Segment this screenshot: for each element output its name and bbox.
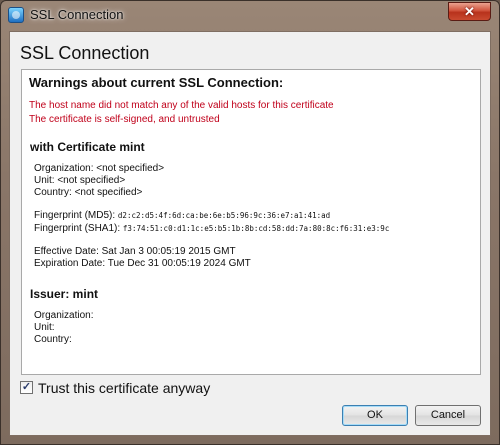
fingerprint-md5-label: Fingerprint (MD5): <box>34 210 116 221</box>
ssl-connection-window: SSL Connection ✕ SSL Connection Warnings… <box>0 0 500 445</box>
fingerprint-sha1-label: Fingerprint (SHA1): <box>34 223 121 234</box>
warning-hostname: The host name did not match any of the v… <box>29 100 334 111</box>
window-title: SSL Connection <box>30 7 124 22</box>
warnings-title: Warnings about current SSL Connection: <box>29 75 284 90</box>
fingerprint-sha1-value: f3:74:51:c0:d1:1c:e5:b5:1b:8b:cd:58:dd:7… <box>122 224 390 233</box>
fingerprint-sha1-row: Fingerprint (SHA1): f3:74:51:c0:d1:1c:e5… <box>34 223 389 234</box>
ssl-app-icon <box>8 7 24 23</box>
trust-checkbox-label[interactable]: Trust this certificate anyway <box>38 380 210 396</box>
fingerprint-md5-row: Fingerprint (MD5): d2:c2:d5:4f:6d:ca:be:… <box>34 210 330 221</box>
trust-checkbox[interactable]: ✓ <box>20 381 33 394</box>
expiration-date: Expiration Date: Tue Dec 31 00:05:19 202… <box>34 258 251 269</box>
warning-self-signed: The certificate is self-signed, and untr… <box>29 114 220 125</box>
fingerprint-md5-value: d2:c2:d5:4f:6d:ca:be:6e:b5:96:9c:36:e7:a… <box>117 211 331 220</box>
dialog-heading: SSL Connection <box>20 43 150 63</box>
certificate-info-panel[interactable]: Warnings about current SSL Connection: T… <box>21 69 481 375</box>
issuer-country: Country: <box>34 334 72 345</box>
close-button[interactable]: ✕ <box>448 2 491 21</box>
title-bar[interactable]: SSL Connection ✕ <box>1 1 499 29</box>
effective-date: Effective Date: Sat Jan 3 00:05:19 2015 … <box>34 246 236 257</box>
issuer-unit: Unit: <box>34 322 55 333</box>
cert-country: Country: <not specified> <box>34 187 143 198</box>
issuer-title: Issuer: mint <box>30 287 99 301</box>
cert-organization: Organization: <not specified> <box>34 163 165 174</box>
issuer-organization: Organization: <box>34 310 94 321</box>
certificate-title: with Certificate mint <box>30 140 145 154</box>
ok-button[interactable]: OK <box>342 405 408 426</box>
dialog-body: SSL Connection Warnings about current SS… <box>9 31 491 436</box>
cancel-button[interactable]: Cancel <box>415 405 481 426</box>
cert-unit: Unit: <not specified> <box>34 175 126 186</box>
